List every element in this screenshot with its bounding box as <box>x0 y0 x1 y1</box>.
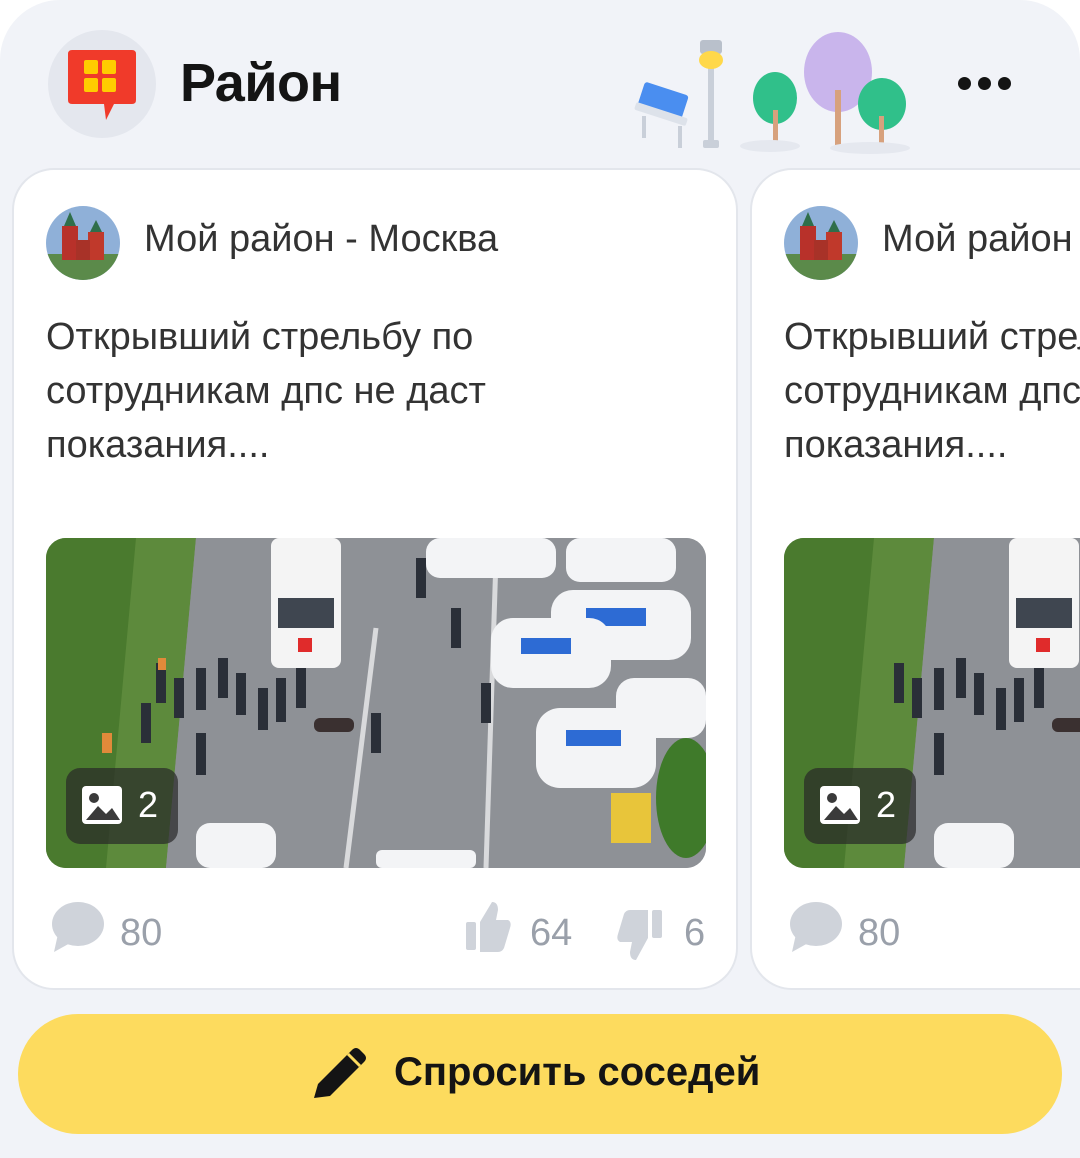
district-widget: Район Мой район - Москва Открывший стрел… <box>0 0 1080 1158</box>
post-text[interactable]: Открывший стрельбу по сотрудникам дпс не… <box>784 310 1080 472</box>
comment-icon[interactable] <box>50 900 106 954</box>
dislikes-count[interactable]: 6 <box>684 912 705 955</box>
post-photo[interactable]: 2 <box>784 538 1080 868</box>
post-source[interactable]: Мой район - Москва <box>882 218 1080 261</box>
photo-count: 2 <box>876 784 897 825</box>
post-card[interactable]: Мой район - Москва Открывший стрельбу по… <box>12 168 738 990</box>
posts-carousel[interactable]: Мой район - Москва Открывший стрельбу по… <box>0 168 1080 992</box>
widget-header: Район <box>0 0 1080 170</box>
district-app-icon[interactable] <box>48 30 156 138</box>
post-source[interactable]: Мой район - Москва <box>144 218 498 261</box>
dislike-icon[interactable] <box>614 908 664 962</box>
more-options-button[interactable] <box>950 60 1020 110</box>
post-photo[interactable]: 2 <box>46 538 706 868</box>
comments-count[interactable]: 80 <box>858 912 900 955</box>
likes-count[interactable]: 64 <box>530 912 572 955</box>
kremlin-avatar-icon <box>46 206 120 280</box>
gallery-icon <box>82 786 122 824</box>
post-card[interactable]: Мой район - Москва Открывший стрельбу по… <box>750 168 1080 990</box>
photo-count: 2 <box>138 784 159 825</box>
pencil-icon <box>314 1048 366 1098</box>
widget-title: Район <box>180 53 342 113</box>
gallery-icon <box>820 786 860 824</box>
ask-neighbors-button[interactable]: Спросить соседей <box>18 1014 1062 1134</box>
comments-count[interactable]: 80 <box>120 912 162 955</box>
like-icon[interactable] <box>464 900 514 954</box>
kremlin-avatar-icon <box>784 206 858 280</box>
post-text[interactable]: Открывший стрельбу по сотрудникам дпс не… <box>46 310 706 472</box>
photo-count-badge: 2 <box>804 768 916 844</box>
photo-count-badge: 2 <box>66 768 178 844</box>
ask-neighbors-label: Спросить соседей <box>394 1050 761 1094</box>
comment-icon[interactable] <box>788 900 844 954</box>
park-illustration-icon <box>634 32 910 154</box>
